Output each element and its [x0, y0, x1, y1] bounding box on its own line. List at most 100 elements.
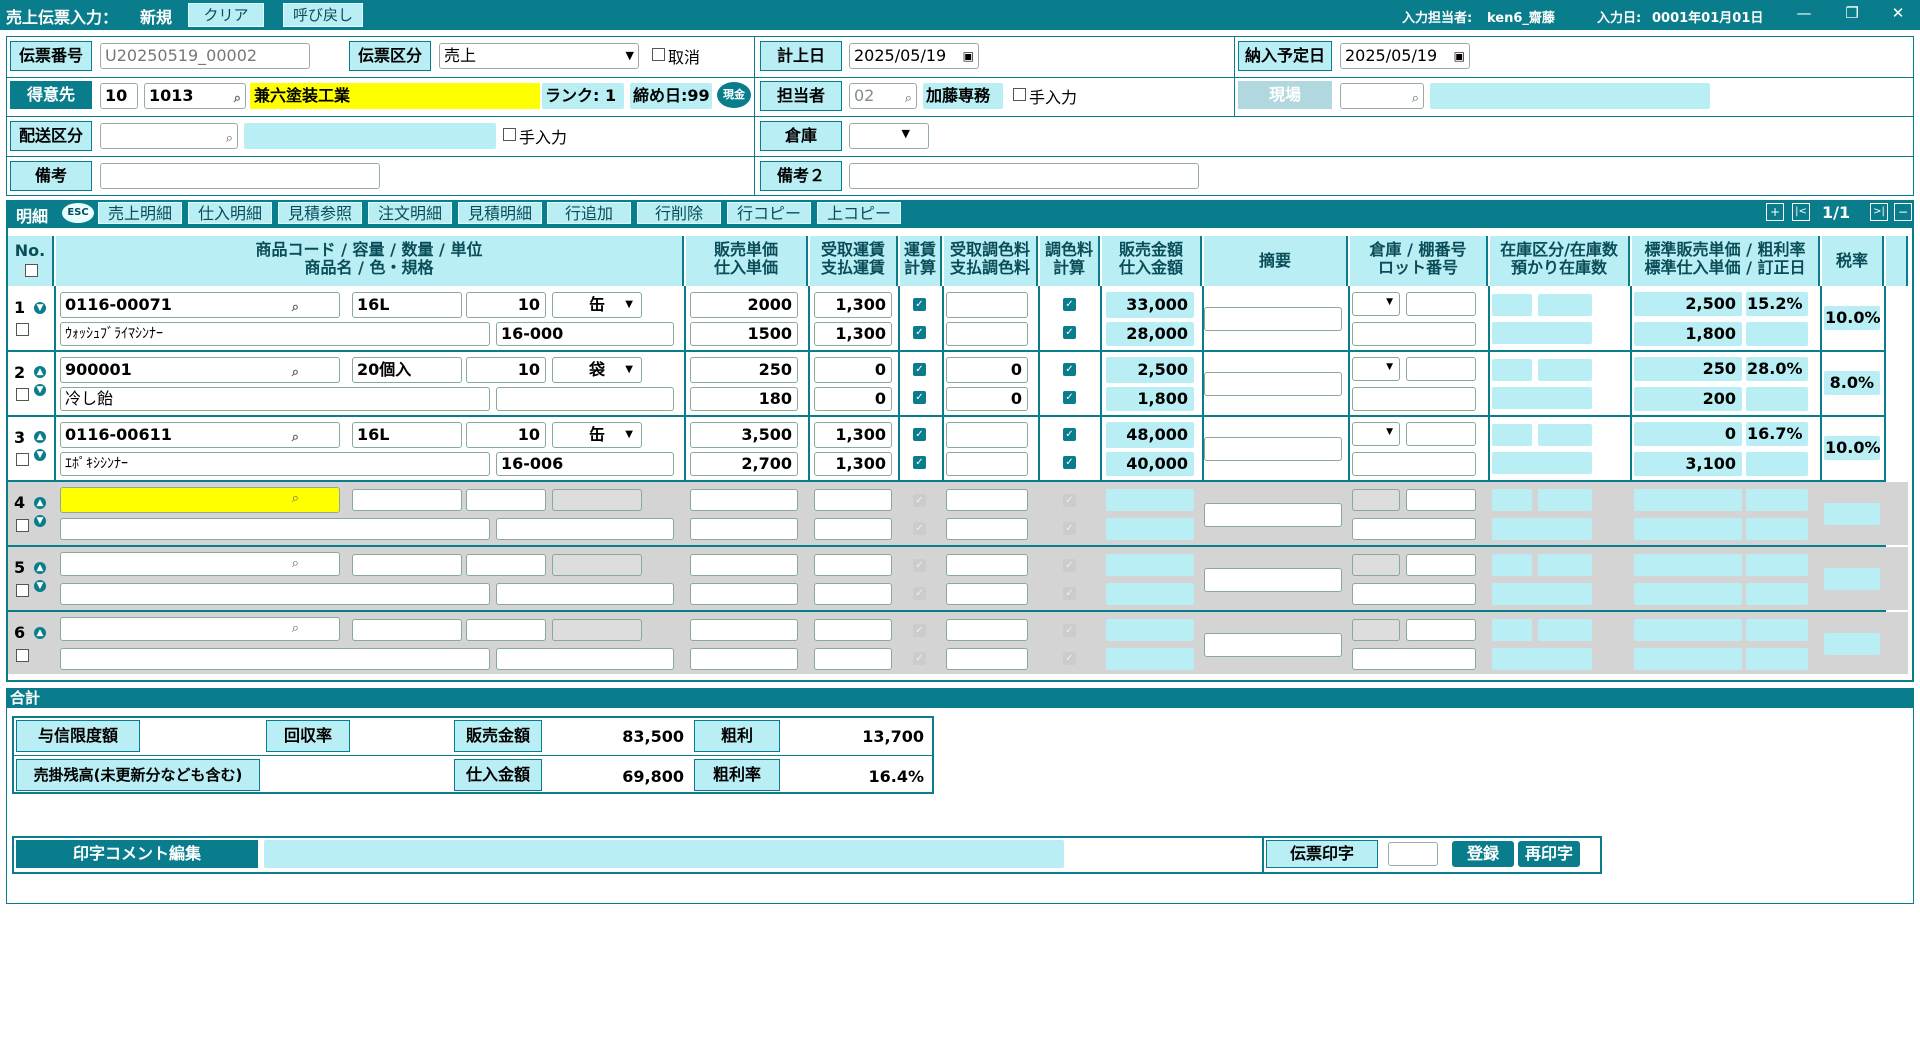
minimize-icon[interactable]: — — [1790, 4, 1818, 22]
sales-detail-button[interactable]: 売上明細 — [98, 202, 182, 224]
unit-select[interactable]: 缶 ▼ — [552, 292, 642, 318]
sell-price-field[interactable] — [690, 489, 798, 511]
shelf-field[interactable] — [1406, 554, 1476, 576]
arrow-up-icon[interactable]: ▲ — [34, 562, 46, 574]
search-icon[interactable]: ⌕ — [226, 127, 233, 148]
color-calc-checkbox[interactable]: ✓ — [1063, 494, 1076, 507]
recv-freight-field[interactable] — [814, 619, 892, 641]
arrow-down-icon[interactable]: ▼ — [34, 580, 46, 592]
search-icon[interactable]: ⌕ — [292, 361, 299, 382]
copy-above-button[interactable]: 上コピー — [817, 202, 901, 224]
freight-calc-checkbox[interactable]: ✓ — [913, 652, 926, 665]
row-select-checkbox[interactable] — [16, 323, 29, 336]
pay-freight-field[interactable]: 0 — [814, 387, 892, 411]
lot-field[interactable] — [1352, 452, 1476, 476]
recv-freight-field[interactable] — [814, 554, 892, 576]
customer-prefix-field[interactable]: 10 — [100, 83, 138, 109]
color-calc-checkbox[interactable]: ✓ — [1063, 522, 1076, 535]
customer-code-field[interactable]: 1013 ⌕ — [144, 83, 246, 109]
lot-field[interactable] — [1352, 518, 1476, 540]
product-name-field[interactable]: 冷し飴 — [60, 387, 490, 411]
memo-field[interactable] — [100, 163, 380, 189]
buy-price-field[interactable]: 180 — [690, 387, 798, 411]
buy-price-field[interactable]: 1500 — [690, 322, 798, 346]
search-icon[interactable]: ⌕ — [292, 296, 299, 317]
quantity-field[interactable]: 10 — [466, 292, 546, 318]
first-page-icon[interactable]: |< — [1792, 203, 1810, 221]
select-all-checkbox[interactable] — [25, 264, 38, 277]
recv-freight-field[interactable] — [814, 489, 892, 511]
color-calc-checkbox[interactable]: ✓ — [1063, 428, 1076, 441]
color-calc-checkbox[interactable]: ✓ — [1063, 624, 1076, 637]
sell-price-field[interactable]: 3,500 — [690, 422, 798, 448]
delivery-date-field[interactable]: 2025/05/19 ▣ — [1340, 43, 1470, 69]
pay-freight-field[interactable] — [814, 583, 892, 605]
reprint-button[interactable]: 再印字 — [1518, 841, 1580, 867]
pay-freight-field[interactable]: 1,300 — [814, 452, 892, 476]
summary-field[interactable] — [1204, 372, 1342, 396]
staff-manual-checkbox[interactable] — [1013, 88, 1026, 101]
register-button[interactable]: 登録 — [1452, 841, 1514, 867]
pay-color-field[interactable]: 0 — [946, 387, 1028, 411]
site-code-field[interactable]: ⌕ — [1340, 83, 1424, 109]
spec-field[interactable] — [496, 387, 674, 411]
lot-field[interactable] — [1352, 648, 1476, 670]
purchase-detail-button[interactable]: 仕入明細 — [188, 202, 272, 224]
arrow-down-icon[interactable]: ▼ — [34, 515, 46, 527]
row-select-checkbox[interactable] — [16, 584, 29, 597]
warehouse-select[interactable] — [1352, 554, 1400, 576]
recv-color-field[interactable] — [946, 619, 1028, 641]
ship-manual-checkbox[interactable] — [503, 128, 516, 141]
product-name-field[interactable] — [60, 648, 490, 670]
quantity-field[interactable] — [466, 489, 546, 511]
quote-detail-button[interactable]: 見積明細 — [458, 202, 542, 224]
print-count-field[interactable] — [1388, 842, 1438, 866]
pay-color-field[interactable] — [946, 452, 1028, 476]
freight-calc-checkbox[interactable]: ✓ — [913, 494, 926, 507]
last-page-icon[interactable]: >| — [1870, 203, 1888, 221]
recv-freight-field[interactable]: 1,300 — [814, 422, 892, 448]
sell-price-field[interactable]: 2000 — [690, 292, 798, 318]
search-icon[interactable]: ⌕ — [234, 87, 241, 108]
summary-field[interactable] — [1204, 633, 1342, 657]
unit-select[interactable]: 袋 ▼ — [552, 357, 642, 383]
warehouse-select[interactable]: ▼ — [1352, 357, 1400, 381]
shelf-field[interactable] — [1406, 489, 1476, 511]
add-row-button[interactable]: 行追加 — [547, 202, 631, 224]
color-calc-checkbox[interactable]: ✓ — [1063, 652, 1076, 665]
sell-price-field[interactable] — [690, 619, 798, 641]
recv-color-field[interactable]: 0 — [946, 357, 1028, 383]
arrow-up-icon[interactable]: ▲ — [34, 431, 46, 443]
sell-price-field[interactable] — [690, 554, 798, 576]
calendar-icon[interactable]: ▣ — [963, 44, 974, 68]
color-calc-checkbox[interactable]: ✓ — [1063, 456, 1076, 469]
spec-field[interactable] — [496, 518, 674, 540]
sell-price-field[interactable]: 250 — [690, 357, 798, 383]
quantity-field[interactable]: 10 — [466, 357, 546, 383]
freight-calc-checkbox[interactable]: ✓ — [913, 391, 926, 404]
slip-no-field[interactable]: U20250519_00002 — [100, 43, 310, 69]
search-icon[interactable]: ⌕ — [905, 87, 912, 108]
capacity-field[interactable]: 16L — [352, 292, 462, 318]
clear-button[interactable]: クリア — [188, 3, 264, 27]
quantity-field[interactable] — [466, 619, 546, 641]
comment-edit-button[interactable]: 印字コメント編集 — [16, 840, 258, 868]
product-name-field[interactable]: ｳｫｯｼｭﾌﾞﾗｲﾏｼﾝﾅｰ — [60, 322, 490, 346]
row-select-checkbox[interactable] — [16, 453, 29, 466]
post-date-field[interactable]: 2025/05/19 ▣ — [849, 43, 979, 69]
pay-color-field[interactable] — [946, 518, 1028, 540]
freight-calc-checkbox[interactable]: ✓ — [913, 522, 926, 535]
quote-reference-button[interactable]: 見積参照 — [278, 202, 362, 224]
warehouse-select[interactable]: ▼ — [1352, 422, 1400, 446]
lot-field[interactable] — [1352, 322, 1476, 346]
unit-select[interactable]: 缶 ▼ — [552, 422, 642, 448]
row-select-checkbox[interactable] — [16, 649, 29, 662]
product-name-field[interactable] — [60, 518, 490, 540]
add-icon[interactable]: + — [1766, 203, 1784, 221]
comment-field[interactable] — [264, 840, 1064, 868]
warehouse-select[interactable] — [1352, 619, 1400, 641]
arrow-up-icon[interactable]: ▲ — [34, 366, 46, 378]
product-name-field[interactable] — [60, 583, 490, 605]
recv-color-field[interactable] — [946, 554, 1028, 576]
capacity-field[interactable] — [352, 619, 462, 641]
